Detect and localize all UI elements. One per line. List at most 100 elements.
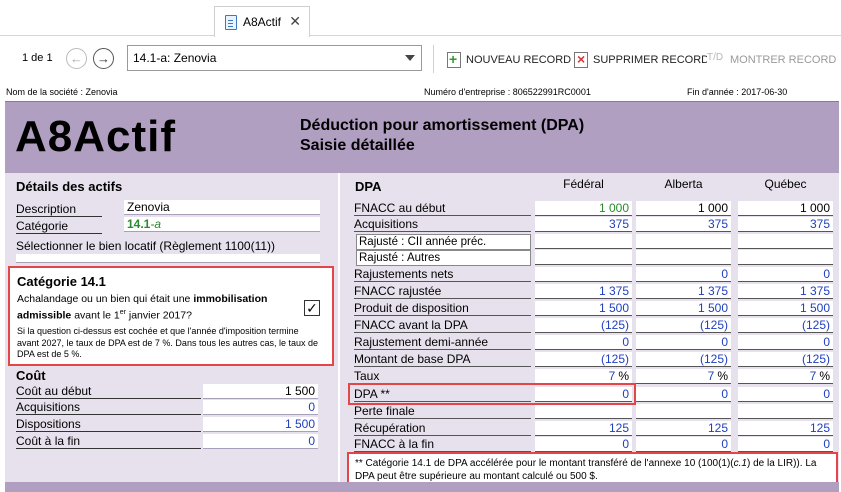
dpa-cell-quebec[interactable] — [738, 234, 833, 249]
dpa-cell-value: 0 — [622, 335, 629, 349]
dpa-cell-value: (125) — [600, 352, 629, 366]
details-title: Détails des actifs — [16, 179, 123, 194]
dpa-cell-quebec[interactable] — [738, 404, 833, 419]
dpa-cell-federal[interactable]: 0 — [535, 335, 632, 350]
dpa-cell-value: 7 — [707, 369, 715, 383]
dpa-row-label: Acquisitions — [354, 217, 531, 232]
dpa-cell-alberta[interactable]: 1 500 — [636, 301, 731, 316]
dpa-cell-alberta[interactable]: 0 — [636, 335, 731, 350]
tab-title: A8Actif — [243, 15, 282, 29]
dpa-cell-quebec[interactable]: 0 — [738, 387, 833, 402]
show-record-label: MONTRER RECORD — [730, 54, 837, 66]
dpa-cell-alberta[interactable]: 1 000 — [636, 201, 731, 216]
eligible-capital-checkbox[interactable]: ✓ — [304, 300, 320, 316]
previous-record-button[interactable]: ← — [66, 48, 87, 69]
delete-record-button[interactable]: SUPPRIMER RECORD — [574, 51, 710, 68]
dpa-cell-quebec[interactable]: 125 — [738, 421, 833, 436]
next-record-button[interactable]: → — [93, 48, 114, 69]
dpa-cell-federal[interactable] — [535, 250, 632, 265]
dpa-cell-alberta[interactable]: 7% — [636, 369, 731, 384]
category-14-1-title: Catégorie 14.1 — [17, 274, 106, 289]
delete-record-label: SUPPRIMER RECORD — [593, 54, 710, 66]
dpa-cell-value: 0 — [823, 335, 830, 349]
dpa-cell-federal[interactable]: 125 — [535, 421, 632, 436]
dpa-cell-alberta[interactable]: 125 — [636, 421, 731, 436]
dpa-cell-alberta[interactable]: (125) — [636, 318, 731, 333]
dpa-cell-quebec[interactable]: (125) — [738, 318, 833, 333]
dpa-row-label: FNACC au début — [354, 201, 531, 216]
dpa-cell-value: 1 000 — [598, 201, 629, 215]
dpa-cell-federal[interactable]: 1 375 — [535, 284, 632, 299]
new-record-button[interactable]: NOUVEAU RECORD — [447, 51, 571, 68]
cost-row-value[interactable]: 0 — [203, 400, 318, 415]
dpa-cell-alberta[interactable] — [636, 250, 731, 265]
dpa-row-label: Rajustements nets — [354, 267, 531, 282]
dpa-highlight-box — [348, 383, 636, 405]
dpa-cell-alberta[interactable] — [636, 404, 731, 419]
category-field[interactable]: 14.1-a — [124, 217, 320, 232]
description-field[interactable]: Zenovia — [124, 200, 320, 215]
dpa-cell-quebec[interactable]: 0 — [738, 437, 833, 452]
dpa-cell-federal[interactable]: (125) — [535, 318, 632, 333]
dpa-cell-federal[interactable] — [535, 404, 632, 419]
dpa-cell-alberta[interactable]: 0 — [636, 387, 731, 402]
dpa-cell-value: 0 — [823, 267, 830, 281]
dpa-cell-federal[interactable]: 375 — [535, 217, 632, 232]
record-pager: 1 de 1 — [22, 52, 53, 64]
dpa-row-label: Récupération — [354, 421, 531, 436]
dpa-cell-alberta[interactable]: 375 — [636, 217, 731, 232]
dpa-cell-value: 125 — [608, 421, 629, 435]
dpa-cell-alberta[interactable]: 1 375 — [636, 284, 731, 299]
dpa-cell-value: 1 500 — [598, 301, 629, 315]
dpa-cell-alberta[interactable]: 0 — [636, 267, 731, 282]
dpa-cell-value: 375 — [608, 217, 629, 231]
dpa-cell-value: 125 — [809, 421, 830, 435]
column-federal: Fédéral — [563, 177, 604, 191]
close-icon[interactable]: ✕ — [289, 13, 301, 30]
chevron-down-icon — [405, 55, 415, 61]
dpa-cell-quebec[interactable]: 1 000 — [738, 201, 833, 216]
dpa-cell-quebec[interactable]: (125) — [738, 352, 833, 367]
dpa-cell-value: 125 — [707, 421, 728, 435]
add-document-icon — [447, 51, 461, 68]
tab-bar: A8Actif ✕ — [0, 0, 841, 37]
dpa-cell-alberta[interactable] — [636, 234, 731, 249]
cost-row-value[interactable]: 0 — [203, 434, 318, 449]
dpa-cell-quebec[interactable]: 0 — [738, 267, 833, 282]
dpa-cell-quebec[interactable]: 1 500 — [738, 301, 833, 316]
dpa-cell-alberta[interactable]: (125) — [636, 352, 731, 367]
record-select[interactable]: 14.1-a: Zenovia — [127, 45, 422, 71]
dpa-title: DPA — [355, 179, 382, 194]
dpa-cell-federal[interactable]: (125) — [535, 352, 632, 367]
cost-row-value[interactable]: 1 500 — [203, 384, 318, 399]
dpa-cell-value: 1 375 — [697, 284, 728, 298]
dpa-cell-quebec[interactable]: 7% — [738, 369, 833, 384]
tab-a8actif[interactable]: A8Actif ✕ — [214, 6, 310, 37]
dpa-cell-federal[interactable] — [535, 234, 632, 249]
description-value: Zenovia — [127, 200, 170, 214]
dpa-cell-quebec[interactable]: 1 375 — [738, 284, 833, 299]
dpa-cell-federal[interactable] — [535, 267, 632, 282]
column-alberta: Alberta — [664, 177, 703, 191]
document-icon — [225, 14, 237, 30]
show-record-button[interactable]: T/D MONTRER RECORD — [707, 52, 836, 68]
dpa-cell-value: 1 500 — [799, 301, 830, 315]
dpa-cell-quebec[interactable] — [738, 250, 833, 265]
dpa-cell-federal[interactable]: 7% — [535, 369, 632, 384]
dpa-cell-value: 0 — [721, 437, 728, 451]
dpa-row-label: Rajustement demi-année — [354, 335, 531, 350]
toolbar-divider — [433, 45, 434, 73]
dpa-cell-federal[interactable]: 1 000 — [535, 201, 632, 216]
description-label: Description — [16, 202, 102, 217]
cost-row-label: Coût à la fin — [16, 434, 201, 449]
dpa-cell-federal[interactable]: 0 — [535, 437, 632, 452]
rental-property-field[interactable] — [16, 254, 320, 263]
column-quebec: Québec — [764, 177, 807, 191]
dpa-row-label: Rajusté : Autres — [356, 250, 531, 266]
cost-row-value[interactable]: 1 500 — [203, 417, 318, 432]
cost-row-label: Dispositions — [16, 417, 201, 432]
dpa-cell-alberta[interactable]: 0 — [636, 437, 731, 452]
dpa-cell-quebec[interactable]: 375 — [738, 217, 833, 232]
dpa-cell-federal[interactable]: 1 500 — [535, 301, 632, 316]
dpa-cell-quebec[interactable]: 0 — [738, 335, 833, 350]
